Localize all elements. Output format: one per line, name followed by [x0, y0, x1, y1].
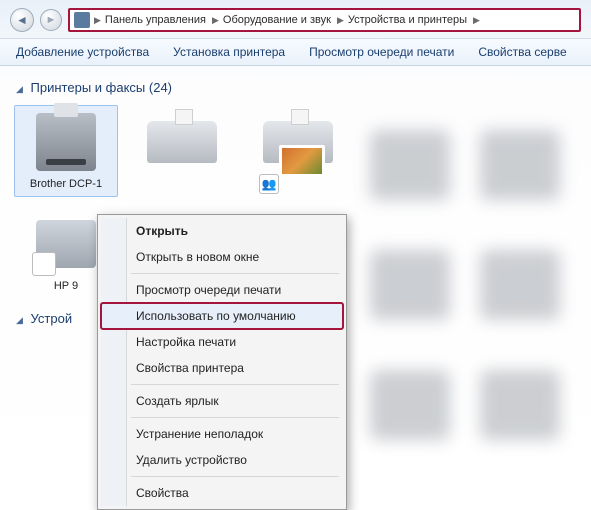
menu-separator [131, 273, 339, 274]
printers-grid: Brother DCP-1 👥 [14, 105, 577, 197]
section-header-printers[interactable]: ◢ Принтеры и факсы (24) [16, 80, 577, 95]
menu-set-default[interactable]: Использовать по умолчанию [101, 303, 343, 329]
menu-separator [131, 417, 339, 418]
add-device-button[interactable]: Добавление устройства [16, 45, 149, 59]
back-button[interactable]: ◄ [10, 8, 34, 32]
menu-view-queue[interactable]: Просмотр очереди печати [101, 277, 343, 303]
menu-open[interactable]: Открыть [101, 218, 343, 244]
navigation-row: ◄ ► ▶ Панель управления ▶ Оборудование и з… [0, 0, 591, 38]
breadcrumb-item[interactable]: Панель управления [105, 14, 206, 26]
blurred-device [480, 250, 560, 320]
explorer-window: ◄ ► ▶ Панель управления ▶ Оборудование и з… [0, 0, 591, 501]
chevron-right-icon: ▶ [94, 15, 101, 26]
printer-icon [146, 110, 218, 174]
device-item[interactable] [130, 105, 234, 197]
blurred-device [480, 130, 560, 200]
breadcrumb-item[interactable]: Устройства и принтеры [348, 14, 467, 26]
photo-printer-icon [262, 110, 334, 174]
blurred-device [370, 250, 450, 320]
device-label: HP 9 [54, 280, 78, 294]
menu-separator [131, 476, 339, 477]
hp-printer-icon [30, 212, 102, 276]
breadcrumb-bar[interactable]: ▶Панель управления ▶Оборудование и звук … [68, 8, 581, 32]
menu-properties[interactable]: Свойства [101, 480, 343, 506]
context-menu: Открыть Открыть в новом окне Просмотр оч… [97, 214, 347, 510]
menu-troubleshoot[interactable]: Устранение неполадок [101, 421, 343, 447]
forward-button[interactable]: ► [40, 9, 62, 31]
menu-print-settings[interactable]: Настройка печати [101, 329, 343, 355]
device-item-selected[interactable]: Brother DCP-1 [14, 105, 118, 197]
mfp-icon [30, 110, 102, 174]
blurred-device [480, 370, 560, 440]
menu-remove-device[interactable]: Удалить устройство [101, 447, 343, 473]
blurred-device [370, 130, 450, 200]
breadcrumb-item[interactable]: Оборудование и звук [223, 14, 331, 26]
install-printer-button[interactable]: Установка принтера [173, 45, 285, 59]
device-label: Brother DCP-1 [30, 178, 102, 192]
device-item[interactable]: 👥 [246, 105, 350, 197]
chevron-right-icon: ▶ [212, 15, 219, 26]
command-bar: Добавление устройства Установка принтера… [0, 38, 591, 66]
menu-printer-properties[interactable]: Свойства принтера [101, 355, 343, 381]
status-badge-icon: 👥 [259, 174, 279, 194]
chevron-right-icon: ▶ [337, 15, 344, 26]
menu-open-new-window[interactable]: Открыть в новом окне [101, 244, 343, 270]
collapse-icon: ◢ [16, 315, 23, 325]
control-panel-icon [74, 12, 90, 28]
collapse-icon: ◢ [16, 84, 23, 94]
menu-separator [131, 384, 339, 385]
chevron-right-icon: ▶ [473, 15, 480, 26]
arrow-right-icon: ► [46, 14, 57, 26]
blurred-device [370, 370, 450, 440]
view-queue-button[interactable]: Просмотр очереди печати [309, 45, 454, 59]
menu-create-shortcut[interactable]: Создать ярлык [101, 388, 343, 414]
arrow-left-icon: ◄ [16, 13, 28, 27]
server-properties-button[interactable]: Свойства серве [478, 45, 566, 59]
